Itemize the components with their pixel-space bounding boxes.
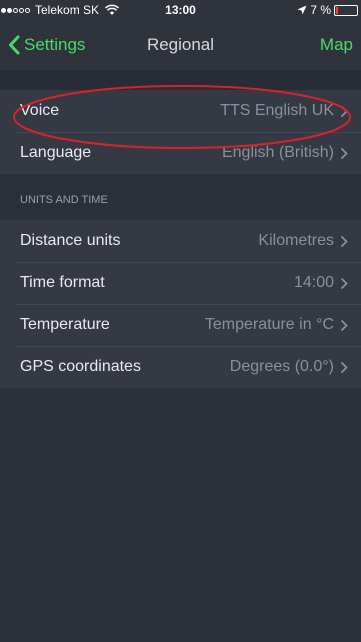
battery-percent: 7 % [310,3,331,17]
chevron-right-icon [340,361,348,373]
temperature-label: Temperature [20,316,110,333]
gps-coordinates-label: GPS coordinates [20,358,141,375]
section-spacer [0,70,361,90]
status-bar: Telekom SK 13:00 7 % [0,0,361,20]
distance-units-value: Kilometres [258,232,334,249]
time-format-value: 14:00 [293,274,334,291]
chevron-right-icon [340,235,348,247]
temperature-value: Temperature in °C [204,316,334,333]
chevron-right-icon [340,319,348,331]
language-value: English (British) [221,144,334,161]
gps-coordinates-row[interactable]: GPS coordinates Degrees (0.0°) [0,346,361,388]
chevron-right-icon [340,277,348,289]
back-button-label: Settings [24,35,86,54]
chevron-right-icon [340,105,348,117]
units-section-header: UNITS AND TIME [0,180,361,220]
navigation-bar: Settings Regional Map [0,20,361,70]
status-right: 7 % [297,0,361,20]
general-settings-group: Voice TTS English UK Language English (B… [0,90,361,174]
time-format-label: Time format [20,274,105,291]
battery-icon [334,4,358,16]
location-arrow-icon [297,5,307,15]
distance-units-label: Distance units [20,232,121,249]
voice-label: Voice [20,102,60,119]
distance-units-row[interactable]: Distance units Kilometres [0,220,361,262]
language-label: Language [20,144,92,161]
time-format-row[interactable]: Time format 14:00 [0,262,361,304]
language-row[interactable]: Language English (British) [0,132,361,174]
units-settings-group: Distance units Kilometres Time format 14… [0,220,361,388]
map-button[interactable]: Map [320,20,353,70]
chevron-left-icon [9,35,20,55]
back-button[interactable]: Settings [8,20,85,70]
section-header-label: UNITS AND TIME [20,194,108,206]
voice-row[interactable]: Voice TTS English UK [0,90,361,132]
temperature-row[interactable]: Temperature Temperature in °C [0,304,361,346]
chevron-right-icon [340,147,348,159]
gps-coordinates-value: Degrees (0.0°) [229,358,334,375]
voice-value: TTS English UK [220,102,334,119]
